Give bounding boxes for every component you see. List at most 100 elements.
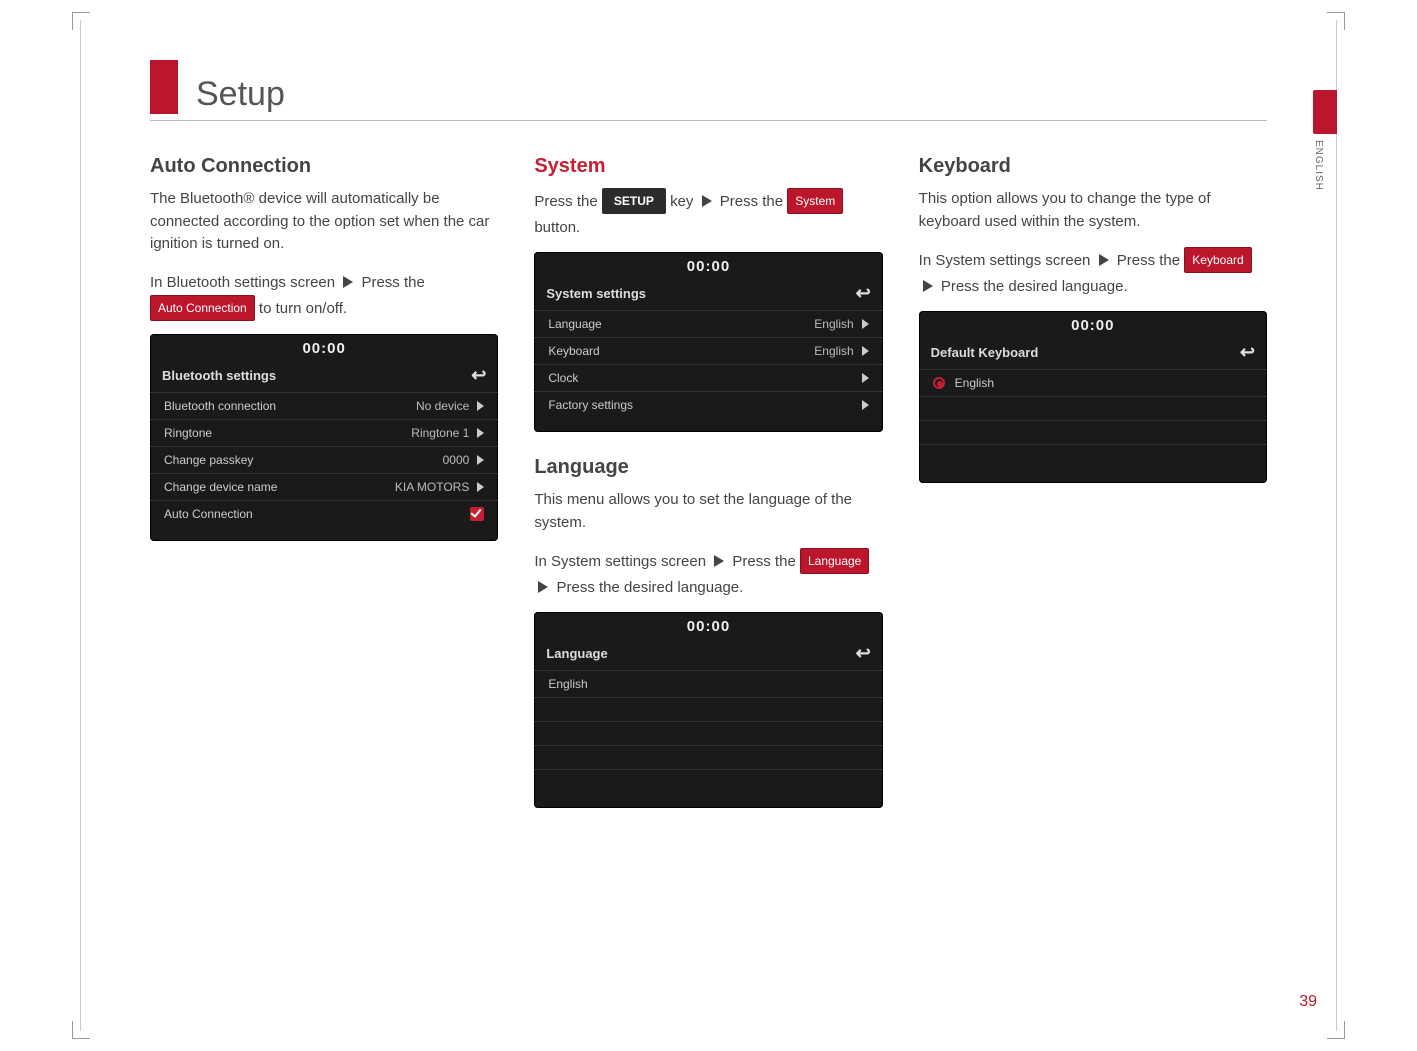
device-time: 00:00 bbox=[919, 311, 1267, 338]
side-accent bbox=[1313, 90, 1337, 134]
list-item[interactable]: Factory settings bbox=[534, 392, 882, 418]
row-label: Clock bbox=[548, 371, 578, 385]
step-text: Press the bbox=[720, 193, 783, 210]
row-label: Change passkey bbox=[164, 453, 253, 467]
heading-auto-connection: Auto Connection bbox=[150, 155, 498, 178]
triangle-icon bbox=[1099, 254, 1109, 266]
device-panel-title: Language bbox=[546, 646, 607, 661]
ui-button-label: System bbox=[787, 188, 843, 214]
list-item[interactable]: Auto Connection bbox=[150, 501, 498, 527]
device-panel-title: Bluetooth settings bbox=[162, 368, 276, 383]
radio-selected-icon[interactable] bbox=[933, 377, 945, 389]
list-item[interactable]: English bbox=[534, 671, 882, 698]
ui-button-label: Auto Connection bbox=[150, 295, 255, 321]
chevron-right-icon bbox=[477, 482, 484, 492]
device-time: 00:00 bbox=[534, 252, 882, 279]
triangle-icon bbox=[702, 195, 712, 207]
list-item[interactable]: Keyboard English bbox=[534, 338, 882, 365]
row-label: Bluetooth connection bbox=[164, 399, 276, 413]
row-label: English bbox=[955, 376, 994, 390]
list-item[interactable]: Ringtone Ringtone 1 bbox=[150, 420, 498, 447]
column-system: System Press the SETUP key Press the Sys… bbox=[534, 149, 882, 832]
triangle-icon bbox=[538, 581, 548, 593]
step-text: Press the desired language. bbox=[557, 579, 744, 596]
back-icon[interactable]: ↩ bbox=[856, 643, 871, 664]
row-label: Keyboard bbox=[548, 344, 599, 358]
back-icon[interactable]: ↩ bbox=[1240, 342, 1255, 363]
chevron-right-icon bbox=[477, 428, 484, 438]
step-text: button. bbox=[534, 219, 580, 236]
step-text: to turn on/off. bbox=[259, 300, 347, 317]
step-auto-connection: In Bluetooth settings screen Press the A… bbox=[150, 270, 498, 322]
step-text: In System settings screen bbox=[534, 553, 706, 570]
row-label: Auto Connection bbox=[164, 507, 253, 521]
text-keyboard-desc: This option allows you to change the typ… bbox=[919, 188, 1267, 233]
device-panel-title: Default Keyboard bbox=[931, 345, 1039, 360]
hardware-key-label: SETUP bbox=[602, 188, 666, 214]
step-text: Press the bbox=[534, 193, 597, 210]
heading-language: Language bbox=[534, 456, 882, 479]
list-item[interactable]: Bluetooth connection No device bbox=[150, 393, 498, 420]
device-panel-header: System settings ↩ bbox=[534, 279, 882, 311]
row-label: Ringtone bbox=[164, 426, 212, 440]
row-value: KIA MOTORS bbox=[395, 480, 469, 494]
row-value: English bbox=[814, 344, 853, 358]
step-text: Press the bbox=[1117, 252, 1180, 269]
heading-keyboard: Keyboard bbox=[919, 155, 1267, 178]
device-time: 00:00 bbox=[534, 612, 882, 639]
row-label: English bbox=[548, 677, 587, 691]
list-item bbox=[534, 698, 882, 722]
list-item[interactable]: Clock bbox=[534, 365, 882, 392]
page-header: Setup bbox=[150, 60, 1267, 121]
back-icon[interactable]: ↩ bbox=[471, 365, 486, 386]
text-language-desc: This menu allows you to set the language… bbox=[534, 489, 882, 534]
text-auto-connection-desc: The Bluetooth® device will automatically… bbox=[150, 188, 498, 256]
row-value: No device bbox=[416, 399, 469, 413]
ui-button-label: Language bbox=[800, 548, 869, 574]
list-item[interactable]: Change device name KIA MOTORS bbox=[150, 474, 498, 501]
list-item bbox=[919, 397, 1267, 421]
page-title: Setup bbox=[196, 75, 285, 114]
checkbox-checked-icon[interactable] bbox=[470, 507, 484, 521]
chevron-right-icon bbox=[862, 400, 869, 410]
header-accent bbox=[150, 60, 178, 114]
row-value: Ringtone 1 bbox=[411, 426, 469, 440]
list-item bbox=[534, 770, 882, 794]
device-default-keyboard: 00:00 Default Keyboard ↩ English bbox=[919, 311, 1267, 483]
chevron-right-icon bbox=[862, 346, 869, 356]
step-language: In System settings screen Press the Lang… bbox=[534, 548, 882, 600]
device-system-settings: 00:00 System settings ↩ Language English… bbox=[534, 252, 882, 432]
ui-button-label: Keyboard bbox=[1184, 247, 1251, 273]
back-icon[interactable]: ↩ bbox=[856, 283, 871, 304]
device-panel-header: Bluetooth settings ↩ bbox=[150, 361, 498, 393]
step-text: Press the desired language. bbox=[941, 278, 1128, 295]
column-auto-connection: Auto Connection The Bluetooth® device wi… bbox=[150, 149, 498, 832]
step-text: In Bluetooth settings screen bbox=[150, 274, 335, 291]
chevron-right-icon bbox=[862, 319, 869, 329]
device-panel-title: System settings bbox=[546, 286, 646, 301]
triangle-icon bbox=[343, 276, 353, 288]
step-text: Press the bbox=[732, 553, 795, 570]
list-item[interactable]: English bbox=[919, 370, 1267, 397]
step-keyboard: In System settings screen Press the Keyb… bbox=[919, 247, 1267, 299]
list-item[interactable]: Language English bbox=[534, 311, 882, 338]
triangle-icon bbox=[923, 280, 933, 292]
row-label: Change device name bbox=[164, 480, 277, 494]
row-value: English bbox=[814, 317, 853, 331]
triangle-icon bbox=[714, 555, 724, 567]
device-panel-header: Language ↩ bbox=[534, 639, 882, 671]
row-value: 0000 bbox=[443, 453, 470, 467]
column-keyboard: Keyboard This option allows you to chang… bbox=[919, 149, 1267, 832]
device-panel-header: Default Keyboard ↩ bbox=[919, 338, 1267, 370]
chevron-right-icon bbox=[477, 401, 484, 411]
row-label: Factory settings bbox=[548, 398, 633, 412]
heading-system: System bbox=[534, 155, 882, 178]
list-item[interactable]: Change passkey 0000 bbox=[150, 447, 498, 474]
step-system-open: Press the SETUP key Press the System but… bbox=[534, 188, 882, 240]
row-label: Language bbox=[548, 317, 601, 331]
step-text: In System settings screen bbox=[919, 252, 1091, 269]
step-text: Press the bbox=[361, 274, 424, 291]
device-bluetooth-settings: 00:00 Bluetooth settings ↩ Bluetooth con… bbox=[150, 334, 498, 541]
list-item bbox=[534, 746, 882, 770]
side-tab: ENGLISH bbox=[1313, 90, 1337, 191]
